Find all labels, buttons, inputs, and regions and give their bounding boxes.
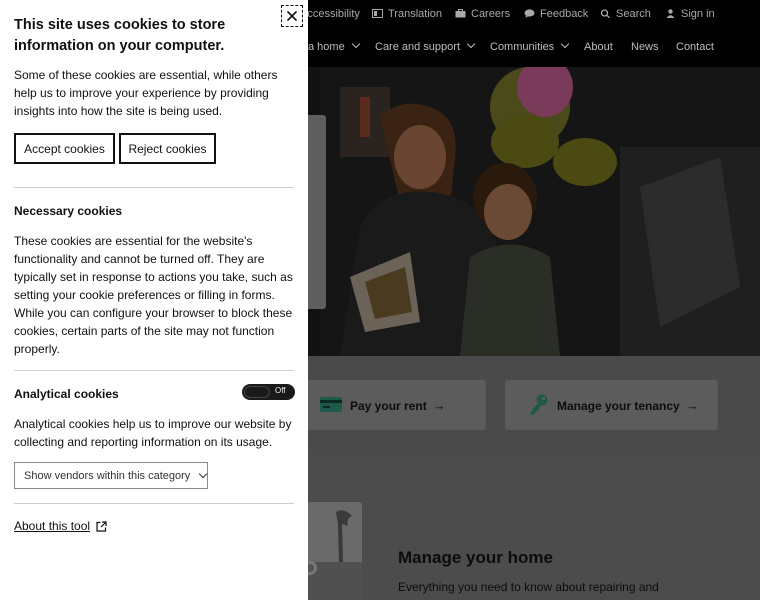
nav-item-contact[interactable]: Contact xyxy=(676,41,714,53)
utility-link-translation[interactable]: Translation xyxy=(372,8,442,20)
manage-tenancy-card[interactable]: Manage your tenancy → xyxy=(505,380,718,430)
utility-link-search[interactable]: Search xyxy=(600,8,651,20)
accept-cookies-button[interactable]: Accept cookies xyxy=(14,133,115,164)
nav-item-about[interactable]: About xyxy=(584,41,613,53)
about-this-tool-label: About this tool xyxy=(14,519,91,533)
user-icon xyxy=(666,9,675,18)
utility-link-feedback[interactable]: Feedback xyxy=(524,8,588,20)
divider xyxy=(14,503,294,504)
divider xyxy=(14,187,294,188)
feature-text: Everything you need to know about repair… xyxy=(398,580,659,594)
close-icon xyxy=(286,10,298,22)
show-vendors-label: Show vendors within this category xyxy=(24,469,191,482)
necessary-cookies-text: These cookies are essential for the webs… xyxy=(14,234,293,356)
show-vendors-button[interactable]: Show vendors within this category xyxy=(14,462,208,489)
pay-rent-card[interactable]: Pay your rent → xyxy=(296,380,486,430)
card-icon xyxy=(320,397,342,412)
chevron-down-icon xyxy=(560,39,570,49)
external-link-icon xyxy=(96,520,107,532)
chevron-down-icon xyxy=(199,469,208,479)
nav-item-home[interactable]: a home xyxy=(308,39,360,53)
about-this-tool-link[interactable]: About this tool xyxy=(14,519,107,533)
arrow-right-icon: → xyxy=(685,398,699,413)
nav-item-news[interactable]: News xyxy=(631,41,659,53)
cookie-panel-title: This site uses cookies to store informat… xyxy=(14,17,226,54)
translation-icon xyxy=(372,9,383,18)
key-icon xyxy=(530,394,548,415)
analytical-cookies-title: Analytical cookies xyxy=(14,387,119,401)
briefcase-icon xyxy=(455,9,466,18)
arrow-right-icon: → xyxy=(432,398,446,413)
nav-item-communities[interactable]: Communities xyxy=(490,39,570,53)
search-icon xyxy=(600,9,610,18)
close-button[interactable] xyxy=(281,5,303,27)
toggle-knob xyxy=(244,386,270,398)
divider xyxy=(14,370,294,371)
reject-cookies-button[interactable]: Reject cookies xyxy=(119,133,216,164)
analytical-cookies-text: Analytical cookies help us to improve ou… xyxy=(14,417,292,449)
necessary-cookies-title: Necessary cookies xyxy=(14,204,123,218)
cookie-panel-intro: Some of these cookies are essential, whi… xyxy=(14,68,278,118)
feature-title: Manage your home xyxy=(398,548,553,567)
chevron-down-icon xyxy=(351,39,360,49)
speech-bubble-icon xyxy=(524,9,535,18)
chevron-down-icon xyxy=(466,39,476,49)
utility-link-careers[interactable]: Careers xyxy=(455,8,510,20)
toggle-state-label: Off xyxy=(275,386,286,395)
utility-link-accessibility[interactable]: Accessibility xyxy=(300,8,360,20)
cookie-consent-panel: This site uses cookies to store informat… xyxy=(0,0,308,600)
utility-link-sign-in[interactable]: Sign in xyxy=(665,8,715,20)
nav-item-care-and-support[interactable]: Care and support xyxy=(375,39,476,53)
analytical-cookies-toggle[interactable]: Off xyxy=(242,384,295,400)
hero-photo xyxy=(320,67,760,356)
